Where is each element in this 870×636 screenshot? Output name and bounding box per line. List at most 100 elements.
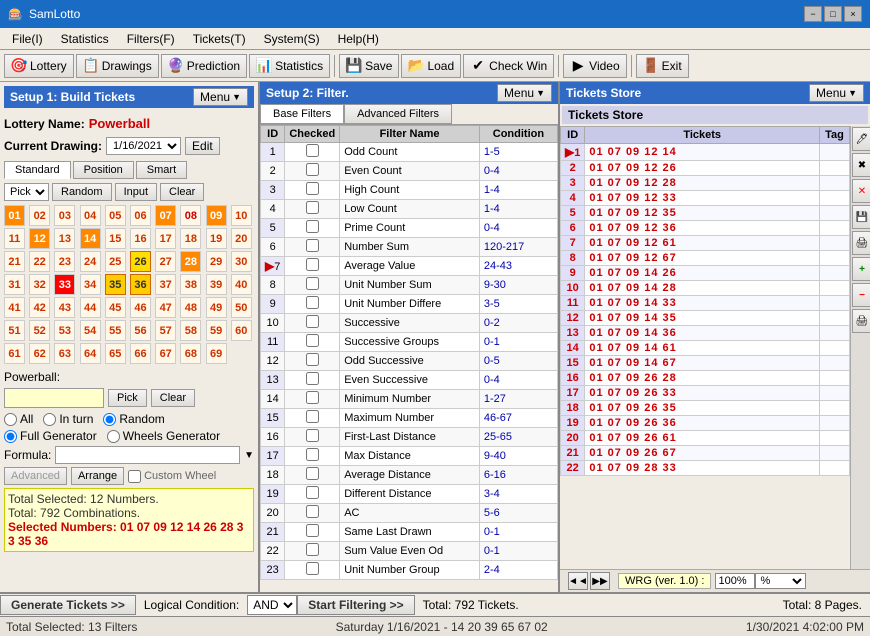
tool-print1[interactable]: 🖨	[852, 231, 870, 255]
number-cell-55[interactable]: 55	[105, 320, 126, 341]
number-cell-18[interactable]: 18	[180, 228, 201, 249]
number-cell-40[interactable]: 40	[231, 274, 252, 295]
number-cell-21[interactable]: 21	[4, 251, 25, 272]
number-cell-47[interactable]: 47	[155, 297, 176, 318]
tab-position[interactable]: Position	[73, 161, 134, 179]
tool-edit[interactable]: 🖊	[852, 127, 870, 151]
toolbar-check-win[interactable]: ✔ Check Win	[463, 54, 554, 78]
minimize-button[interactable]: −	[804, 6, 822, 22]
menu-filters[interactable]: Filters(F)	[119, 30, 183, 48]
mid-panel-menu-button[interactable]: Menu ▼	[497, 84, 552, 102]
toolbar-save[interactable]: 💾 Save	[339, 54, 399, 78]
formula-dropdown[interactable]: ▼	[244, 450, 254, 461]
left-panel-menu-button[interactable]: Menu ▼	[193, 88, 248, 106]
close-button[interactable]: ×	[844, 6, 862, 22]
radio-in-turn[interactable]: In turn	[43, 412, 93, 426]
number-cell-27[interactable]: 27	[155, 251, 176, 272]
number-cell-35[interactable]: 35	[105, 274, 126, 295]
drawing-select[interactable]: 1/16/2021	[106, 137, 181, 155]
tool-delete2[interactable]: ✕	[852, 179, 870, 203]
number-cell-22[interactable]: 22	[29, 251, 50, 272]
number-cell-14[interactable]: 14	[80, 228, 101, 249]
pager-prev[interactable]: ◄◄	[568, 572, 588, 590]
number-cell-19[interactable]: 19	[206, 228, 227, 249]
number-cell-16[interactable]: 16	[130, 228, 151, 249]
number-cell-49[interactable]: 49	[206, 297, 227, 318]
number-cell-13[interactable]: 13	[54, 228, 75, 249]
filter-check[interactable]	[285, 295, 340, 314]
number-cell-39[interactable]: 39	[206, 274, 227, 295]
number-cell-68[interactable]: 68	[180, 343, 201, 364]
tab-smart[interactable]: Smart	[136, 161, 187, 179]
tab-base-filters[interactable]: Base Filters	[260, 104, 344, 124]
powerball-input[interactable]	[4, 388, 104, 408]
menu-file[interactable]: File(I)	[4, 30, 51, 48]
wheels-generator-radio[interactable]: Wheels Generator	[107, 429, 220, 443]
number-cell-62[interactable]: 62	[29, 343, 50, 364]
filter-check[interactable]	[285, 200, 340, 219]
number-cell-03[interactable]: 03	[54, 205, 75, 226]
number-cell-45[interactable]: 45	[105, 297, 126, 318]
number-cell-25[interactable]: 25	[105, 251, 126, 272]
number-cell-61[interactable]: 61	[4, 343, 25, 364]
tool-remove[interactable]: −	[852, 283, 870, 307]
toolbar-prediction[interactable]: 🔮 Prediction	[161, 54, 247, 78]
toolbar-drawings[interactable]: 📋 Drawings	[76, 54, 159, 78]
filter-check[interactable]	[285, 409, 340, 428]
number-cell-30[interactable]: 30	[231, 251, 252, 272]
number-cell-52[interactable]: 52	[29, 320, 50, 341]
filter-check[interactable]	[285, 485, 340, 504]
number-cell-37[interactable]: 37	[155, 274, 176, 295]
number-cell-08[interactable]: 08	[180, 205, 201, 226]
menu-statistics[interactable]: Statistics	[53, 30, 117, 48]
tool-save[interactable]: 💾	[852, 205, 870, 229]
number-cell-53[interactable]: 53	[54, 320, 75, 341]
tool-print2[interactable]: 🖨	[852, 309, 870, 333]
number-cell-36[interactable]: 36	[130, 274, 151, 295]
advanced-button[interactable]: Advanced	[4, 467, 67, 485]
number-cell-48[interactable]: 48	[180, 297, 201, 318]
number-cell-02[interactable]: 02	[29, 205, 50, 226]
pager-next[interactable]: ▶▶	[590, 572, 610, 590]
random-button[interactable]: Random	[52, 183, 112, 201]
number-cell-43[interactable]: 43	[54, 297, 75, 318]
number-cell-12[interactable]: 12	[29, 228, 50, 249]
filter-check[interactable]	[285, 447, 340, 466]
tab-standard[interactable]: Standard	[4, 161, 71, 179]
filter-check[interactable]	[285, 428, 340, 447]
filter-check[interactable]	[285, 504, 340, 523]
number-cell-69[interactable]: 69	[206, 343, 227, 364]
arrange-button[interactable]: Arrange	[71, 467, 124, 485]
tool-add[interactable]: +	[852, 257, 870, 281]
zoom-input[interactable]	[715, 573, 755, 589]
filter-check[interactable]	[285, 333, 340, 352]
number-cell-46[interactable]: 46	[130, 297, 151, 318]
maximize-button[interactable]: □	[824, 6, 842, 22]
menu-help[interactable]: Help(H)	[330, 30, 387, 48]
number-cell-07[interactable]: 07	[155, 205, 176, 226]
filter-check[interactable]	[285, 257, 340, 276]
toolbar-statistics[interactable]: 📊 Statistics	[249, 54, 330, 78]
number-cell-09[interactable]: 09	[206, 205, 227, 226]
input-button[interactable]: Input	[115, 183, 157, 201]
zoom-select[interactable]: % 100% 150%	[755, 573, 806, 589]
number-cell-44[interactable]: 44	[80, 297, 101, 318]
filter-check[interactable]	[285, 181, 340, 200]
number-cell-06[interactable]: 06	[130, 205, 151, 226]
number-cell-51[interactable]: 51	[4, 320, 25, 341]
number-cell-59[interactable]: 59	[206, 320, 227, 341]
number-cell-10[interactable]: 10	[231, 205, 252, 226]
number-cell-31[interactable]: 31	[4, 274, 25, 295]
number-cell-60[interactable]: 60	[231, 320, 252, 341]
number-cell-38[interactable]: 38	[180, 274, 201, 295]
formula-input[interactable]	[55, 446, 240, 464]
toolbar-exit[interactable]: 🚪 Exit	[636, 54, 689, 78]
filter-check[interactable]	[285, 238, 340, 257]
toolbar-lottery[interactable]: 🎯 Lottery	[4, 54, 74, 78]
number-cell-56[interactable]: 56	[130, 320, 151, 341]
number-cell-20[interactable]: 20	[231, 228, 252, 249]
filter-check[interactable]	[285, 314, 340, 333]
toolbar-load[interactable]: 📂 Load	[401, 54, 461, 78]
number-cell-34[interactable]: 34	[80, 274, 101, 295]
pb-clear-button[interactable]: Clear	[151, 389, 195, 407]
